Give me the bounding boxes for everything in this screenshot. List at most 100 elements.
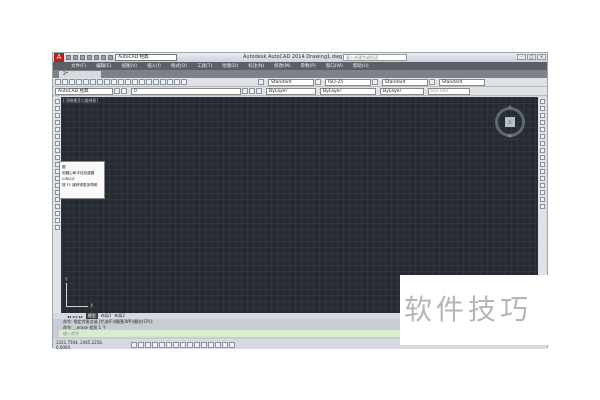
ortho-icon[interactable] <box>152 341 158 348</box>
array-icon[interactable] <box>539 127 545 132</box>
chamfer-icon[interactable] <box>539 190 545 195</box>
copy-icon[interactable] <box>97 79 103 85</box>
paste-icon[interactable] <box>104 79 110 85</box>
spline-icon[interactable] <box>54 155 60 160</box>
layer-manager-icon[interactable] <box>121 88 127 94</box>
scale-icon[interactable] <box>539 148 545 153</box>
arc-icon[interactable] <box>54 134 60 139</box>
open-icon[interactable] <box>73 55 78 60</box>
polyline-icon[interactable] <box>54 113 60 118</box>
calculator-icon[interactable] <box>181 79 187 85</box>
dyn-icon[interactable] <box>194 341 200 348</box>
redo-icon[interactable] <box>108 55 113 60</box>
3d-osnap-icon[interactable] <box>173 341 179 348</box>
plot-icon[interactable] <box>76 79 82 85</box>
plotstyle-select[interactable]: ByColor <box>428 87 470 95</box>
menu-format[interactable]: 格式(O) <box>171 63 187 69</box>
transparency-icon[interactable] <box>208 341 214 348</box>
ducs-icon[interactable] <box>187 341 193 348</box>
color-select[interactable]: ByLayer <box>266 87 316 95</box>
undo-icon[interactable] <box>101 55 106 60</box>
mleader-style-select[interactable]: Standard <box>439 78 485 86</box>
viewcube-north[interactable]: 北 <box>508 105 512 110</box>
rotate-icon[interactable] <box>539 141 545 146</box>
snap-icon[interactable] <box>138 341 144 348</box>
make-current-icon[interactable] <box>242 88 248 94</box>
pan-icon[interactable] <box>132 79 138 85</box>
preview-icon[interactable] <box>83 79 89 85</box>
new-icon[interactable] <box>55 79 61 85</box>
close-button[interactable]: × <box>537 54 546 60</box>
undo-icon[interactable] <box>118 79 124 85</box>
linetype-select[interactable]: ByLayer <box>320 87 376 95</box>
workspace-settings-icon[interactable] <box>114 88 120 94</box>
menu-view[interactable]: 视图(V) <box>121 63 137 69</box>
stretch-icon[interactable] <box>539 155 545 160</box>
menu-draw[interactable]: 绘图(D) <box>222 63 238 69</box>
open-icon[interactable] <box>62 79 68 85</box>
viewcube-south[interactable]: 南 <box>508 134 512 139</box>
offset-icon[interactable] <box>539 120 545 125</box>
grid-icon[interactable] <box>145 341 151 348</box>
viewcube[interactable]: 北 上 南 <box>495 105 525 139</box>
rectangle-icon[interactable] <box>54 127 60 132</box>
mirror-icon[interactable] <box>539 113 545 118</box>
tool-palette-icon[interactable] <box>174 79 180 85</box>
lineweight-icon[interactable] <box>201 341 207 348</box>
workspace-select[interactable]: AutoCAD 经典 <box>115 54 177 61</box>
osnap-icon[interactable] <box>166 341 172 348</box>
zoom-window-icon[interactable] <box>146 79 152 85</box>
minimize-button[interactable]: – <box>517 54 526 60</box>
plot-icon[interactable] <box>94 55 99 60</box>
fillet-icon[interactable] <box>539 197 545 202</box>
menu-tools[interactable]: 工具(T) <box>197 63 212 69</box>
construction-line-icon[interactable] <box>54 106 60 111</box>
nav-arrows[interactable]: ◂◂ ◂ ▸ ▸▸ <box>67 314 83 319</box>
autocad-logo-button[interactable]: A <box>54 53 64 62</box>
selection-cycling-icon[interactable] <box>222 341 228 348</box>
document-tab[interactable]: 2* <box>59 71 101 78</box>
extend-icon[interactable] <box>539 169 545 174</box>
region-icon[interactable] <box>54 211 60 216</box>
menu-edit[interactable]: 编辑(E) <box>96 63 111 69</box>
match-properties-icon[interactable] <box>111 79 117 85</box>
design-center-icon[interactable] <box>167 79 173 85</box>
revision-cloud-icon[interactable] <box>54 148 60 153</box>
polar-icon[interactable] <box>159 341 165 348</box>
quick-properties-icon[interactable] <box>215 341 221 348</box>
circle-icon[interactable] <box>54 141 60 146</box>
break-icon[interactable] <box>539 176 545 181</box>
table-style-select[interactable]: Standard <box>382 78 428 86</box>
move-icon[interactable] <box>539 134 545 139</box>
infer-constraints-icon[interactable] <box>131 341 137 348</box>
menu-insert[interactable]: 插入(I) <box>147 63 161 69</box>
save-as-icon[interactable] <box>87 55 92 60</box>
layer-previous-icon[interactable] <box>249 88 255 94</box>
properties-icon[interactable] <box>160 79 166 85</box>
erase-icon[interactable] <box>539 99 545 104</box>
copy-icon[interactable] <box>539 106 545 111</box>
trim-icon[interactable] <box>539 162 545 167</box>
dim-style-select[interactable]: ISO-25 <box>325 78 371 86</box>
join-icon[interactable] <box>539 183 545 188</box>
gradient-icon[interactable] <box>54 204 60 209</box>
layer-state-icon[interactable] <box>256 88 262 94</box>
lineweight-select[interactable]: ByLayer <box>380 87 424 95</box>
menu-parametric[interactable]: 参数(P) <box>301 63 316 69</box>
help-search-input[interactable]: 键入关键字或短语 <box>343 54 407 61</box>
mtext-icon[interactable] <box>54 225 60 230</box>
menu-help[interactable]: 帮助(H) <box>353 63 369 69</box>
workspace-select[interactable]: AutoCAD 经典 <box>55 87 113 95</box>
viewport-controls[interactable]: [-][俯视][二维线框] <box>63 98 98 104</box>
viewcube-top-face[interactable]: 上 <box>505 117 515 127</box>
annotation-monitor-icon[interactable] <box>229 341 235 348</box>
zoom-icon[interactable] <box>139 79 145 85</box>
new-icon[interactable] <box>66 55 71 60</box>
save-icon[interactable] <box>80 55 85 60</box>
line-icon[interactable] <box>54 99 60 104</box>
layer-select[interactable]: 0 <box>131 87 241 95</box>
table-icon[interactable] <box>54 218 60 223</box>
maximize-button[interactable]: □ <box>527 54 536 60</box>
menu-window[interactable]: 窗口(W) <box>326 63 343 69</box>
text-style-select[interactable]: Standard <box>268 78 314 86</box>
